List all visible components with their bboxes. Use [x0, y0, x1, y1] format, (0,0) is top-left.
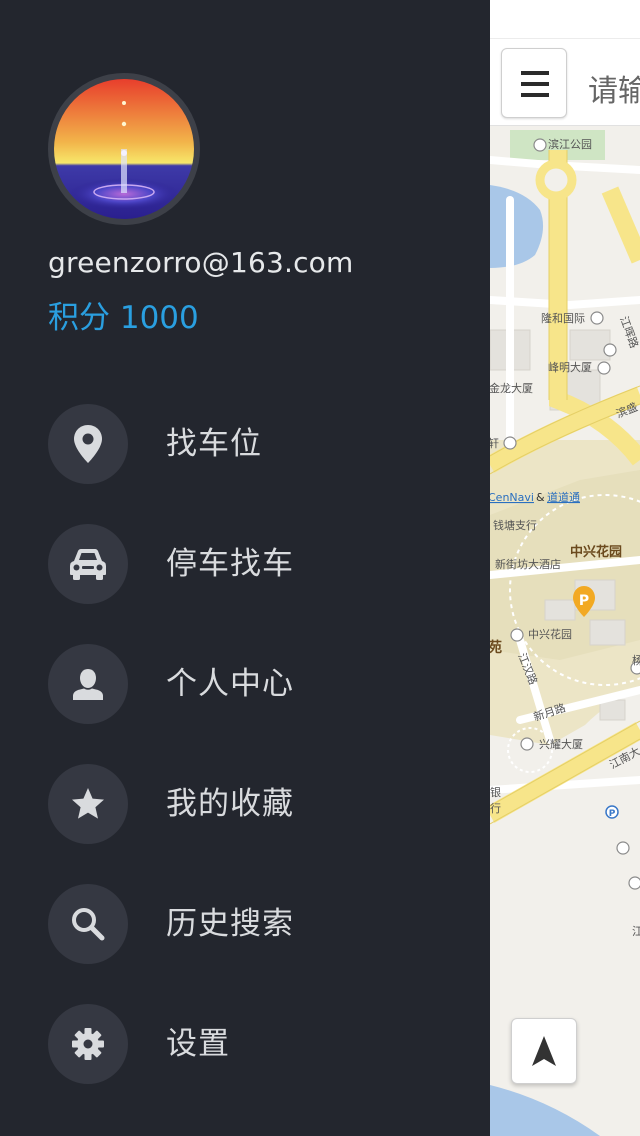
car-icon — [48, 524, 128, 604]
menu-label-profile: 个人中心 — [166, 666, 294, 702]
svg-text:金龙大厦: 金龙大厦 — [490, 381, 533, 395]
svg-text:杨: 杨 — [632, 653, 640, 667]
svg-text:行: 行 — [490, 802, 501, 815]
menu-label-park-find-car: 停车找车 — [166, 546, 294, 582]
svg-text:钱塘支行: 钱塘支行 — [493, 518, 537, 532]
map-canvas: P P 滨江公园 隆和国际 峰明大厦 金龙大厦 轩 钱塘支行 新街坊大酒店 中兴… — [490, 0, 640, 1136]
star-icon — [48, 764, 128, 844]
svg-text:中兴花园: 中兴花园 — [528, 628, 572, 641]
menu-item-park-find-car[interactable]: 停车找车 — [48, 524, 468, 604]
user-points: 积分 1000 — [48, 300, 199, 336]
svg-text:江: 江 — [632, 925, 640, 938]
svg-text:中兴花园: 中兴花园 — [570, 544, 622, 560]
menu-label-find-parking: 找车位 — [166, 426, 262, 462]
menu-item-find-parking[interactable]: 找车位 — [48, 404, 468, 484]
menu-item-favorites[interactable]: 我的收藏 — [48, 764, 468, 844]
svg-text:新街坊大酒店: 新街坊大酒店 — [495, 557, 561, 571]
menu-item-history[interactable]: 历史搜索 — [48, 884, 468, 964]
avatar-image — [54, 79, 194, 219]
svg-text:苑: 苑 — [490, 640, 502, 656]
menu-label-settings: 设置 — [166, 1026, 230, 1062]
svg-text:CenNavi: CenNavi — [490, 491, 534, 504]
user-icon — [48, 644, 128, 724]
menu-item-profile[interactable]: 个人中心 — [48, 644, 468, 724]
hamburger-menu-button[interactable] — [501, 48, 567, 118]
svg-text:兴耀大厦: 兴耀大厦 — [539, 737, 583, 751]
navigation-arrow-icon — [532, 1036, 556, 1066]
menu-item-settings[interactable]: 设置 — [48, 1004, 468, 1084]
side-drawer: greenzorro@163.com 积分 1000 找车位 停车找车 个人中心… — [0, 0, 490, 1136]
map-search-bar: 请输 — [490, 0, 640, 126]
search-input[interactable]: 请输 — [588, 66, 640, 110]
svg-text:银: 银 — [490, 785, 501, 799]
svg-text:滨江公园: 滨江公园 — [548, 137, 592, 151]
svg-text:P: P — [609, 809, 616, 819]
svg-text:隆和国际: 隆和国际 — [541, 311, 585, 325]
divider — [490, 38, 640, 39]
user-email: greenzorro@163.com — [48, 246, 354, 279]
svg-text:&: & — [536, 491, 545, 504]
menu-label-history: 历史搜索 — [166, 906, 294, 942]
svg-text:道道通: 道道通 — [547, 490, 580, 504]
svg-text:P: P — [579, 593, 589, 609]
avatar[interactable] — [48, 73, 200, 225]
svg-text:峰明大厦: 峰明大厦 — [548, 360, 592, 374]
map-view[interactable]: P P 滨江公园 隆和国际 峰明大厦 金龙大厦 轩 钱塘支行 新街坊大酒店 中兴… — [490, 0, 640, 1136]
gear-icon — [48, 1004, 128, 1084]
hamburger-icon — [521, 71, 549, 97]
locate-me-button[interactable] — [511, 1018, 577, 1084]
menu-label-favorites: 我的收藏 — [166, 786, 294, 822]
search-icon — [48, 884, 128, 964]
svg-text:轩: 轩 — [490, 436, 499, 450]
location-pin-icon — [48, 404, 128, 484]
